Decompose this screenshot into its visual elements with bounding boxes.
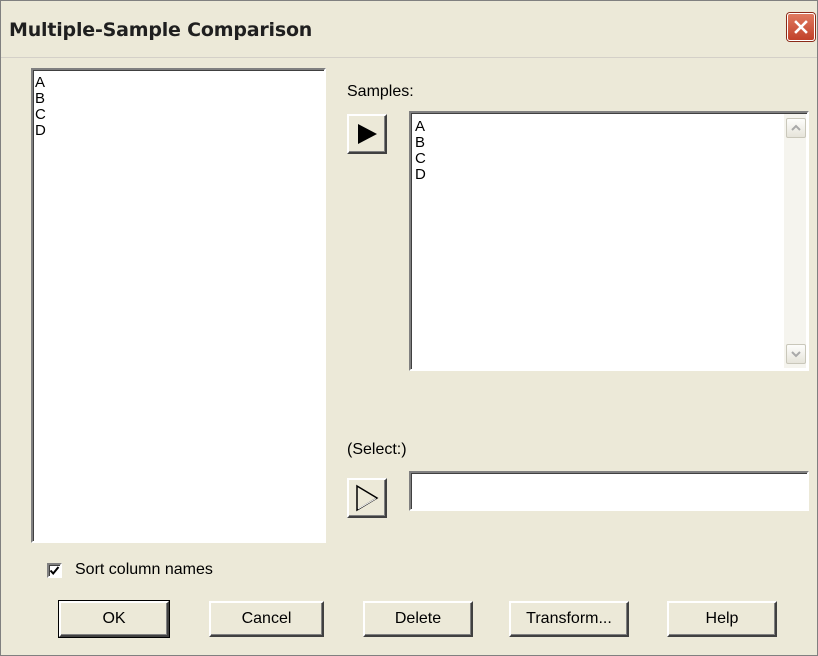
list-item[interactable]: C — [33, 107, 324, 123]
cancel-button[interactable]: Cancel — [209, 601, 324, 637]
vertical-scrollbar[interactable] — [784, 114, 806, 368]
list-item[interactable]: D — [413, 167, 807, 183]
close-button[interactable] — [787, 13, 815, 41]
select-input[interactable] — [409, 471, 809, 511]
samples-label: Samples: — [347, 83, 414, 100]
samples-list[interactable]: A B C D — [409, 111, 809, 371]
scroll-down-button[interactable] — [786, 344, 806, 364]
list-item[interactable]: A — [33, 75, 324, 91]
close-icon — [794, 20, 808, 34]
ok-button[interactable]: OK — [58, 600, 170, 638]
dialog-title: Multiple-Sample Comparison — [9, 19, 313, 41]
right-arrow-outline-icon — [356, 484, 379, 512]
checkmark-icon — [49, 565, 60, 575]
add-to-samples-button[interactable] — [347, 114, 387, 154]
column-list[interactable]: A B C D — [31, 68, 326, 543]
title-bar[interactable]: Multiple-Sample Comparison — [1, 1, 817, 58]
help-button[interactable]: Help — [667, 601, 777, 637]
sort-column-names-label: Sort column names — [75, 561, 213, 578]
add-to-select-button[interactable] — [347, 478, 387, 518]
chevron-up-icon — [791, 124, 801, 131]
dialog-window: Multiple-Sample Comparison A B C D Sampl… — [0, 0, 818, 656]
select-label: (Select:) — [347, 441, 407, 458]
sort-column-names-checkbox[interactable] — [47, 562, 62, 578]
transform-button[interactable]: Transform... — [509, 601, 629, 637]
delete-button[interactable]: Delete — [363, 601, 473, 637]
list-item[interactable]: D — [33, 123, 324, 139]
list-item[interactable]: A — [413, 119, 807, 135]
sort-column-names-option[interactable]: Sort column names — [47, 561, 213, 579]
scroll-up-button[interactable] — [786, 118, 806, 138]
list-item[interactable]: C — [413, 151, 807, 167]
list-item[interactable]: B — [413, 135, 807, 151]
list-item[interactable]: B — [33, 91, 324, 107]
chevron-down-icon — [791, 351, 801, 358]
right-arrow-filled-icon — [358, 124, 377, 144]
